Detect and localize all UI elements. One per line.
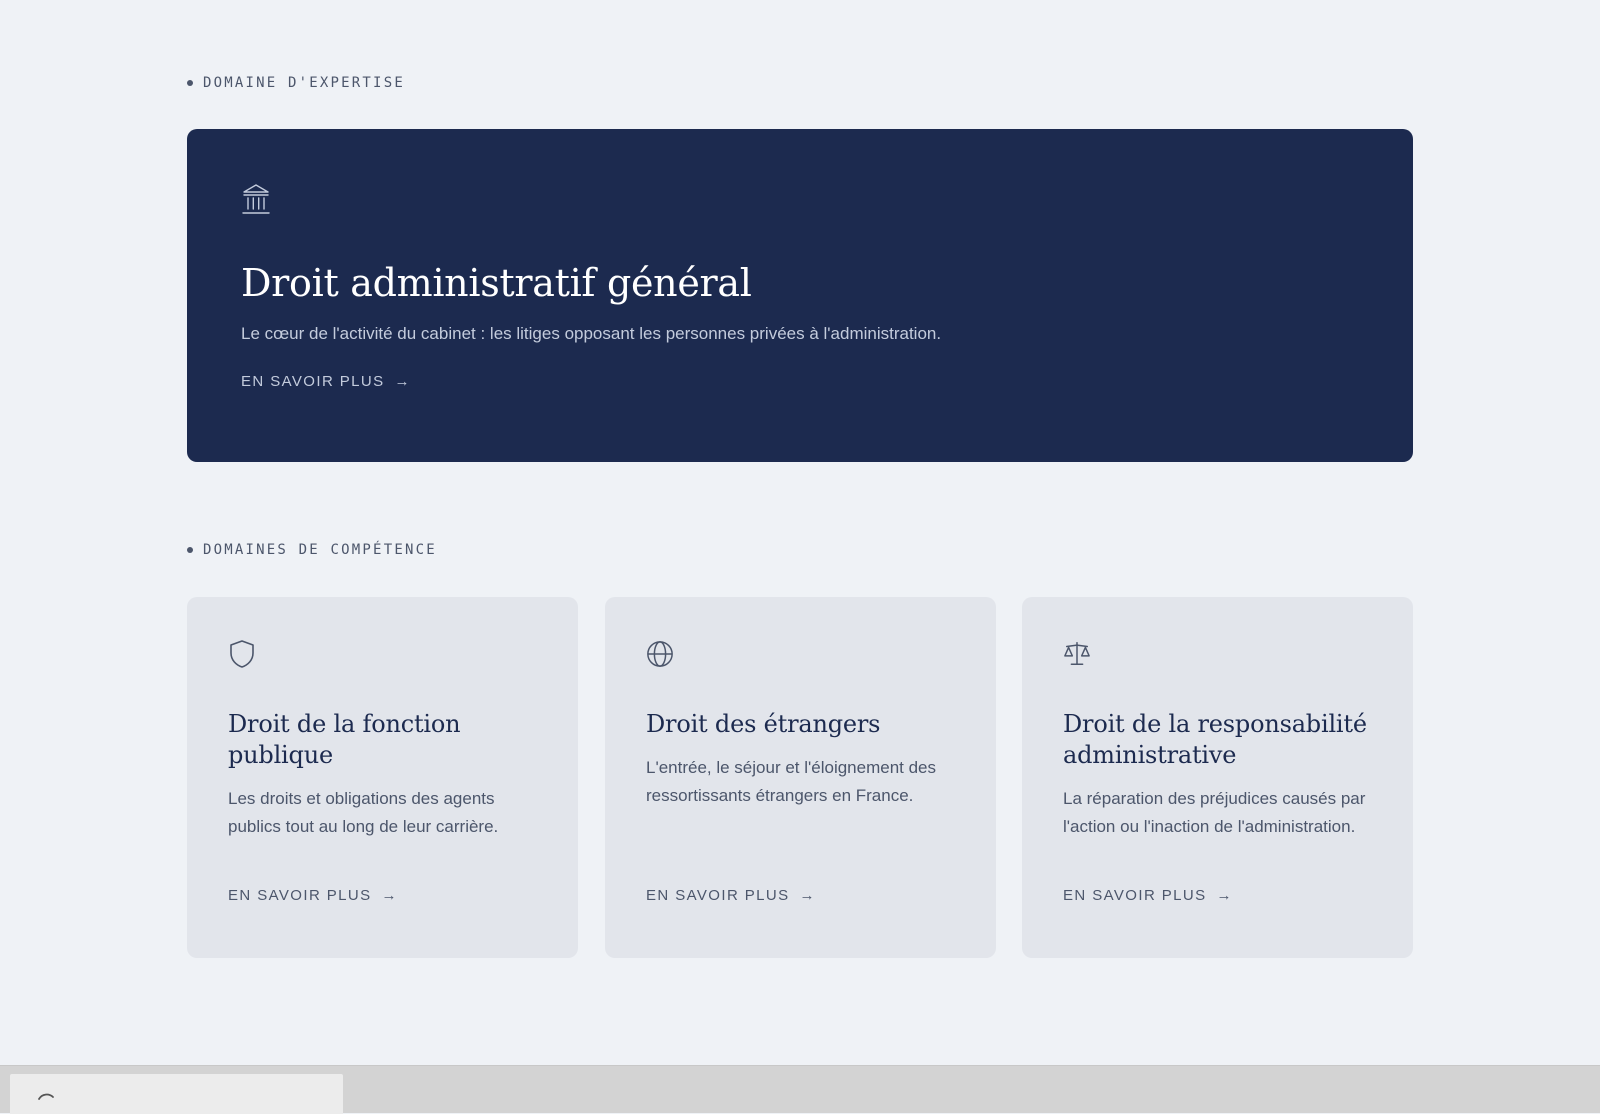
learn-more-label: EN SAVOIR PLUS <box>241 373 385 390</box>
expertise-eyebrow-label: DOMAINE D'EXPERTISE <box>203 75 405 91</box>
scales-icon <box>1064 642 1090 666</box>
expertise-eyebrow: DOMAINE D'EXPERTISE <box>187 75 405 91</box>
arrow-right-icon: → <box>381 887 398 904</box>
card-description: L'entrée, le séjour et l'éloignement des… <box>646 758 937 805</box>
bullet-dot-icon <box>187 547 193 553</box>
bank-icon <box>242 184 270 214</box>
expertise-learn-more-link[interactable]: EN SAVOIR PLUS → <box>241 373 411 390</box>
arrow-right-icon: → <box>394 373 411 390</box>
arrow-right-icon: → <box>799 887 816 904</box>
competence-card-responsabilite[interactable]: Droit de la responsabilité administrativ… <box>1022 597 1413 958</box>
arrow-right-icon: → <box>1216 887 1233 904</box>
bullet-dot-icon <box>187 80 193 86</box>
competences-eyebrow-label: DOMAINES DE COMPÉTENCE <box>203 542 437 558</box>
card-description: Les droits et obligations des agents pub… <box>228 789 499 836</box>
card-learn-more-link[interactable]: EN SAVOIR PLUS → <box>228 887 398 904</box>
card-description: La réparation des préjudices causés par … <box>1063 789 1366 836</box>
card-title: Droit des étrangers <box>646 710 881 738</box>
competence-card-etrangers[interactable]: Droit des étrangers L'entrée, le séjour … <box>605 597 996 958</box>
card-title: Droit de la responsabilité administrativ… <box>1063 710 1367 769</box>
learn-more-label: EN SAVOIR PLUS <box>1063 887 1207 904</box>
card-learn-more-link[interactable]: EN SAVOIR PLUS → <box>1063 887 1233 904</box>
shield-icon <box>230 640 254 668</box>
card-title: Droit de la fonction publique <box>228 710 461 769</box>
learn-more-label: EN SAVOIR PLUS <box>228 887 372 904</box>
competences-eyebrow: DOMAINES DE COMPÉTENCE <box>187 542 437 558</box>
browser-status-bar <box>0 1065 1600 1114</box>
expertise-card[interactable]: Droit administratif général Le cœur de l… <box>187 129 1413 462</box>
competence-card-fonction-publique[interactable]: Droit de la fonction publique Les droits… <box>187 597 578 958</box>
loading-spinner-icon <box>38 1093 54 1100</box>
globe-icon <box>647 641 673 667</box>
competences-grid: Droit de la fonction publique Les droits… <box>187 597 1413 958</box>
card-learn-more-link[interactable]: EN SAVOIR PLUS → <box>646 887 816 904</box>
expertise-description: Le cœur de l'activité du cabinet : les l… <box>241 324 942 343</box>
learn-more-label: EN SAVOIR PLUS <box>646 887 790 904</box>
page: DOMAINE D'EXPERTISE Droit administratif … <box>0 0 1600 1065</box>
status-tab <box>10 1074 343 1114</box>
expertise-title: Droit administratif général <box>241 261 752 305</box>
